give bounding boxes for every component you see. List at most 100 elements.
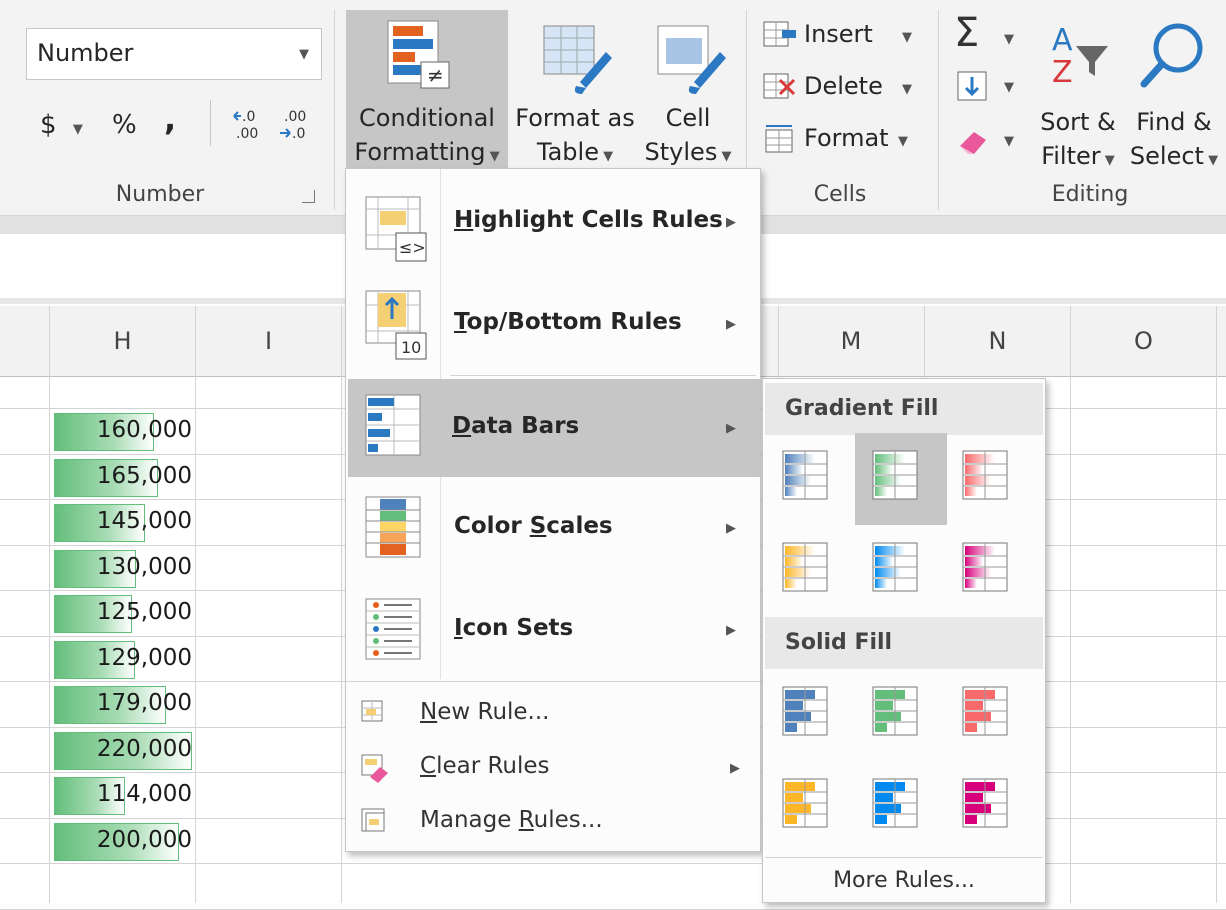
dollar-icon: $	[40, 110, 57, 140]
column-header-n[interactable]: N	[925, 306, 1070, 376]
cell-value[interactable]: 220,000	[52, 736, 192, 762]
cell-value[interactable]: 130,000	[52, 554, 192, 580]
access-key: T	[454, 309, 467, 335]
chevron-down-icon: ▼	[1203, 153, 1219, 168]
chevron-down-icon: ▼	[902, 82, 912, 97]
manage-rules-icon	[361, 808, 385, 832]
gradient-data-bar-option[interactable]	[869, 447, 921, 500]
access-key: C	[420, 753, 437, 779]
chevron-down-icon: ▼	[717, 149, 732, 164]
group-label-number: Number	[115, 182, 205, 207]
cf-label-2: Formatting ▼	[346, 138, 508, 166]
solid-data-bar-option[interactable]	[779, 683, 831, 736]
highlight-cells-icon: ≤>	[365, 196, 427, 262]
format-as-table-button[interactable]: Format as Table ▼	[512, 10, 638, 170]
menu-item-new-rule[interactable]: New Rule...	[348, 689, 758, 739]
gradient-data-bar-option[interactable]	[779, 447, 831, 500]
format-button[interactable]: Format ▼	[762, 122, 932, 162]
percent-style-button[interactable]: %	[112, 110, 137, 140]
cell-value[interactable]: 179,000	[52, 690, 192, 716]
cell-value[interactable]: 129,000	[52, 645, 192, 671]
svg-text:10: 10	[401, 338, 421, 357]
gradient-fill-heading: Gradient Fill	[765, 383, 1043, 435]
comma-style-button[interactable]: ,	[164, 100, 176, 138]
cell-styles-button[interactable]: Cell Styles ▼	[640, 10, 736, 170]
insert-label: Insert	[804, 20, 873, 48]
data-bar-option-icon	[782, 450, 828, 500]
solid-data-bar-option[interactable]	[869, 775, 921, 828]
decrease-decimal-button[interactable]: .00 .0	[276, 104, 316, 144]
cell-value[interactable]: 114,000	[52, 781, 192, 807]
solid-fill-heading: Solid Fill	[765, 617, 1043, 669]
cell-value[interactable]: 125,000	[52, 599, 192, 625]
find-select-label-1: Find &	[1136, 108, 1212, 136]
row-gridline	[0, 908, 1226, 910]
cf-label-1: Conditional	[359, 104, 495, 132]
clear-rules-icon	[361, 754, 388, 783]
gradient-data-bar-option[interactable]	[779, 539, 831, 592]
cell-value[interactable]: 165,000	[52, 463, 192, 489]
chevron-down-icon: ▼	[72, 122, 83, 137]
gradient-data-bar-option[interactable]	[959, 447, 1011, 500]
delete-button[interactable]: Delete ▼	[762, 70, 932, 110]
column-header-h[interactable]: H	[50, 306, 195, 376]
manage-rules-label: Manage Rules...	[420, 807, 603, 833]
top-bottom-label: Top/Bottom Rules	[454, 309, 682, 335]
accounting-format-button[interactable]: $ ▼	[40, 110, 83, 140]
access-key: N	[420, 699, 438, 725]
data-bar-option-icon	[872, 450, 918, 500]
solid-data-bar-option[interactable]	[959, 775, 1011, 828]
find-select-label-2-text: Select	[1129, 142, 1204, 170]
cell-value[interactable]: 145,000	[52, 508, 192, 534]
number-format-dropdown[interactable]: Number ▼	[26, 28, 322, 80]
chevron-down-icon: ▼	[1100, 153, 1115, 168]
column-gridline	[195, 306, 196, 903]
chevron-down-icon: ▼	[485, 149, 500, 164]
solid-data-bar-option[interactable]	[959, 683, 1011, 736]
clear-button[interactable]: ▼	[952, 122, 1022, 162]
cell-styles-label-1: Cell	[665, 104, 711, 132]
fill-button[interactable]: ▼	[952, 68, 1022, 108]
chevron-down-icon: ▼	[598, 149, 614, 164]
menu-item-color-scales[interactable]: Color Scales ▶	[348, 481, 758, 575]
cell-value[interactable]: 200,000	[52, 827, 192, 853]
cell-value[interactable]: 160,000	[52, 417, 192, 443]
gradient-data-bar-option[interactable]	[959, 539, 1011, 592]
format-as-table-icon	[543, 25, 612, 94]
clear-rules-label: Clear Rules	[420, 753, 550, 779]
autosum-button[interactable]: Σ ▼	[952, 10, 1022, 58]
sort-filter-label-2-text: Filter	[1041, 142, 1101, 170]
menu-separator	[765, 857, 1043, 858]
data-bar-option-icon	[872, 542, 918, 592]
menu-item-data-bars[interactable]: Data Bars ▶	[348, 379, 760, 477]
column-header-m[interactable]: M	[778, 306, 924, 376]
dialog-launcher-icon[interactable]	[302, 190, 315, 203]
cell-styles-label-2-text: Styles	[644, 138, 718, 166]
chevron-right-icon: ▶	[726, 421, 736, 436]
access-key: S	[529, 513, 547, 539]
chevron-right-icon: ▶	[726, 521, 736, 536]
find-select-button[interactable]: Find & Select ▼	[1124, 14, 1224, 174]
menu-item-manage-rules[interactable]: Manage Rules...	[348, 797, 758, 847]
menu-item-top-bottom-rules[interactable]: 10 Top/Bottom Rules ▶	[348, 279, 758, 373]
conditional-formatting-menu: ≤> Highlight Cells Rules ▶ 10 Top/Bottom…	[345, 168, 761, 852]
insert-button[interactable]: Insert ▼	[762, 18, 932, 58]
gradient-data-bar-option[interactable]	[869, 539, 921, 592]
chevron-right-icon: ▶	[730, 761, 740, 776]
menu-item-icon-sets[interactable]: Icon Sets ▶	[348, 583, 758, 677]
column-header-o[interactable]: O	[1071, 306, 1216, 376]
menu-item-highlight-cells-rules[interactable]: ≤> Highlight Cells Rules ▶	[348, 179, 758, 273]
increase-decimal-button[interactable]: .0 .00	[232, 104, 272, 144]
sort-filter-button[interactable]: A Z Sort & Filter ▼	[1034, 14, 1120, 174]
more-rules-button[interactable]: More Rules...	[765, 859, 1043, 903]
conditional-formatting-button[interactable]: ≠ Conditional Formatting ▼	[346, 10, 508, 170]
svg-text:≤>: ≤>	[399, 238, 426, 257]
data-bars-icon	[365, 394, 421, 456]
menu-item-clear-rules[interactable]: Clear Rules ▶	[348, 743, 758, 793]
column-gridline	[1216, 306, 1217, 903]
column-header-i[interactable]: I	[196, 306, 341, 376]
format-as-table-label-2: Table ▼	[512, 138, 638, 166]
solid-data-bar-option[interactable]	[779, 775, 831, 828]
svg-text:Z: Z	[1052, 55, 1073, 88]
solid-data-bar-option[interactable]	[869, 683, 921, 736]
